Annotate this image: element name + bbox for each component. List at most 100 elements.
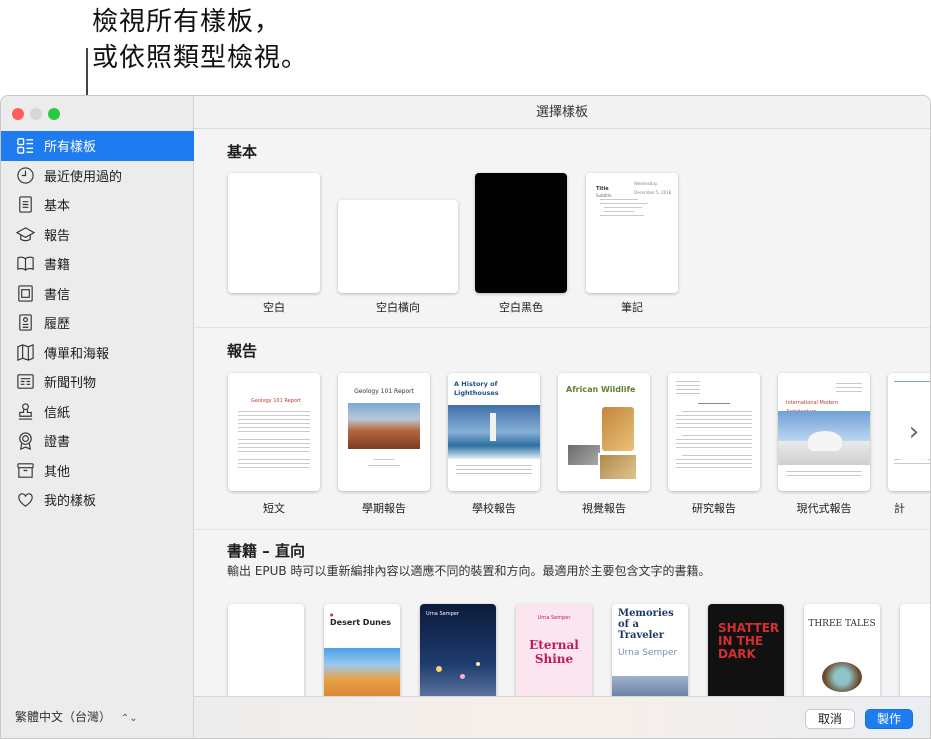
create-button[interactable]: 製作 (865, 709, 913, 729)
template-label: 現代式報告 (796, 502, 852, 515)
cancel-button[interactable]: 取消 (805, 709, 855, 729)
sidebar-item-recent[interactable]: 最近使用過的 (1, 161, 194, 191)
template-visual-report[interactable]: African Wildlife (558, 373, 650, 491)
book-heading: Urna Semper (426, 611, 459, 617)
template-label: 視覺報告 (582, 502, 626, 515)
template-label: 學期報告 (362, 502, 406, 515)
sidebar-item-basic[interactable]: 基本 (1, 190, 194, 220)
template-label: 空白黑色 (499, 301, 543, 314)
section-title: 書籍 – 直向 (227, 542, 305, 560)
zoom-window-button[interactable] (48, 108, 60, 120)
visual-report-heading: African Wildlife (566, 385, 636, 394)
close-window-button[interactable] (12, 108, 24, 120)
sidebar-item-label: 證書 (44, 435, 71, 451)
template-label: 學校報告 (472, 502, 516, 515)
heart-icon (15, 490, 35, 510)
sidebar-item-certificates[interactable]: 證書 (1, 426, 194, 456)
language-popup[interactable]: 繁體中文（台灣） ⌃⌄ (15, 708, 138, 725)
sidebar-item-label: 書籍 (44, 258, 71, 274)
template-book-shatter-in-the-dark[interactable]: SHATTER IN THE DARK (708, 604, 784, 696)
template-label: 空白 (263, 301, 285, 314)
minimize-window-button[interactable] (30, 108, 42, 120)
letter-icon (15, 283, 35, 303)
book-heading: Memories of a Traveler (618, 608, 674, 641)
template-label: 研究報告 (692, 502, 736, 515)
template-book-urna-semper[interactable]: Urna Semper (420, 604, 496, 696)
sidebar-item-newsletters[interactable]: 新聞刊物 (1, 367, 194, 397)
callout-line-2: 或依照類型檢視。 (92, 43, 309, 73)
sidebar-item-label: 傳單和海報 (44, 346, 110, 362)
book-author: Urna Semper (537, 615, 571, 621)
callout-line-1: 檢視所有樣板， (92, 7, 282, 37)
sidebar-item-letters[interactable]: 書信 (1, 279, 194, 309)
section-title: 報告 (227, 342, 258, 360)
book-icon (15, 254, 35, 274)
template-research-paper[interactable] (668, 373, 760, 491)
elephant-image (566, 443, 602, 467)
sidebar-item-reports[interactable]: 報告 (1, 220, 194, 250)
template-gallery[interactable]: 基本 空白 空白橫向 空白黑色 Wednesday, December 5, 2… (194, 129, 930, 696)
resume-icon (15, 313, 35, 333)
sidebar-item-label: 基本 (44, 199, 71, 215)
stamp-icon (15, 401, 35, 421)
template-school-report[interactable]: A History of Lighthouses (448, 373, 540, 491)
template-essay[interactable]: Geology 101 Report (228, 373, 320, 491)
template-blank-landscape[interactable] (338, 200, 458, 293)
desert-image (324, 648, 400, 696)
up-down-chevron-icon: ⌃⌄ (120, 713, 138, 724)
template-modern-report[interactable]: International Modern Architecture (778, 373, 870, 491)
section-basic: 基本 空白 空白橫向 空白黑色 Wednesday, December 5, 2… (194, 129, 930, 327)
category-list: 所有樣板 最近使用過的 基本 報告 書籍 書信 履歷 傳單和海報 新聞刊物 信紙… (1, 131, 194, 515)
book-heading: SHATTER IN THE DARK (718, 621, 780, 661)
bottom-toolbar: 取消 製作 (194, 696, 930, 738)
sidebar-item-resumes[interactable]: 履歷 (1, 308, 194, 338)
template-blank-black[interactable] (475, 173, 567, 293)
template-book-memories-traveler[interactable]: Memories of a Traveler Urna Semper (612, 604, 688, 696)
sidebar-item-label: 最近使用過的 (44, 169, 123, 185)
sidebar-item-stationery[interactable]: 信紙 (1, 397, 194, 427)
language-label: 繁體中文（台灣） (15, 710, 112, 724)
sidebar-item-all-templates[interactable]: 所有樣板 (1, 131, 194, 161)
scroll-right-arrow[interactable]: › (900, 402, 928, 462)
template-blank[interactable] (228, 173, 320, 293)
sidebar-item-other[interactable]: 其他 (1, 456, 194, 486)
clock-icon (15, 165, 35, 185)
template-book-desert-dunes[interactable]: ● Desert Dunes (324, 604, 400, 696)
newsletter-icon (15, 372, 35, 392)
callout-text: 檢視所有樣板， 或依照類型檢視。 (92, 4, 308, 76)
sidebar-item-label: 我的樣板 (44, 494, 97, 510)
essay-heading: Geology 101 Report (251, 398, 301, 404)
canyon-image (348, 403, 420, 449)
lighthouse-tower (490, 413, 496, 441)
section-reports: 報告 Geology 101 Report 短文 Geology 101 Rep… (194, 328, 930, 528)
sidebar-item-label: 報告 (44, 228, 71, 244)
sidebar-item-flyers-posters[interactable]: 傳單和海報 (1, 338, 194, 368)
building-shape (808, 431, 842, 451)
sidebar-item-books[interactable]: 書籍 (1, 249, 194, 279)
all-templates-icon (15, 136, 35, 156)
archive-box-icon (15, 460, 35, 480)
window-title: 選擇樣板 (194, 96, 930, 129)
award-icon (15, 431, 35, 451)
sidebar-item-label: 其他 (44, 464, 71, 480)
document-icon (15, 195, 35, 215)
nest-image (822, 662, 862, 692)
template-label: 計 (894, 502, 905, 515)
template-book-eternal-shine[interactable]: Urna Semper Eternal Shine (516, 604, 592, 696)
mountain-image (612, 676, 688, 696)
template-note-taking[interactable]: Wednesday, December 5, 2018 Title Subtit… (586, 173, 678, 293)
giraffe-image (602, 407, 634, 451)
book-heading: THREE TALES (808, 619, 876, 629)
sidebar-item-my-templates[interactable]: 我的樣板 (1, 485, 194, 515)
map-icon (15, 342, 35, 362)
template-label: 筆記 (621, 301, 643, 314)
book-heading: Eternal Shine (529, 638, 579, 666)
template-label: 短文 (263, 502, 285, 515)
sidebar: 所有樣板 最近使用過的 基本 報告 書籍 書信 履歷 傳單和海報 新聞刊物 信紙… (1, 96, 194, 738)
template-book-three-tales[interactable]: THREE TALES (804, 604, 880, 696)
school-report-heading: A History of Lighthouses (454, 380, 499, 397)
template-term-paper[interactable]: Geology 101 Report (338, 373, 430, 491)
section-books: 書籍 – 直向 輸出 EPUB 時可以重新編排內容以適應不同的裝置和方向。最適用… (194, 530, 930, 696)
template-book-partial[interactable] (900, 604, 930, 696)
template-book-blank[interactable] (228, 604, 304, 696)
